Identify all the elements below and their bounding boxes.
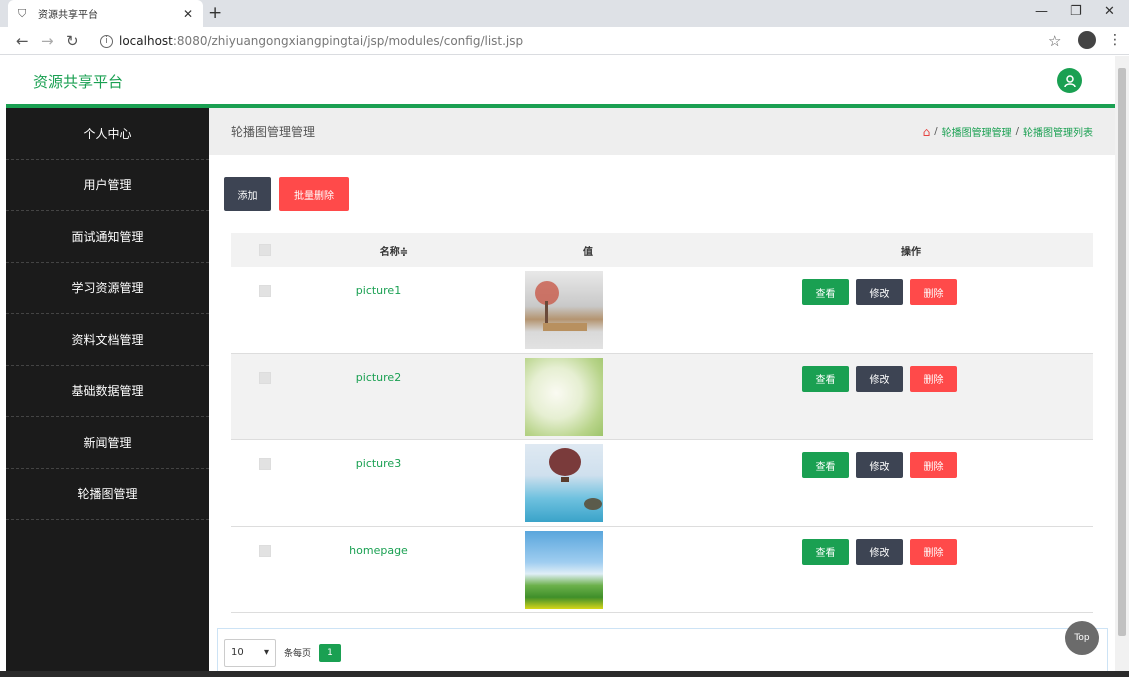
batch-delete-button[interactable]: 批量删除 bbox=[279, 177, 349, 211]
table-row: picture3 查看 修改 删除 bbox=[231, 440, 1093, 527]
browser-tab[interactable]: ⛉ 资源共享平台 ✕ bbox=[8, 0, 203, 27]
add-button[interactable]: 添加 bbox=[224, 177, 271, 211]
minimize-icon[interactable]: — bbox=[1035, 4, 1048, 19]
row-checkbox[interactable] bbox=[259, 371, 271, 384]
row-checkbox[interactable] bbox=[259, 285, 271, 297]
header-value: 值 bbox=[583, 246, 593, 258]
page-size-value: 10 bbox=[231, 647, 244, 658]
page-number-button[interactable]: 1 bbox=[319, 643, 342, 662]
sidebar-item-interview-notice[interactable]: 面试通知管理 bbox=[6, 211, 209, 263]
scrollbar-thumb[interactable] bbox=[1118, 68, 1126, 636]
bookmark-star-icon[interactable]: ☆ bbox=[1048, 32, 1061, 50]
table-row: picture2 查看 修改 删除 bbox=[231, 353, 1093, 440]
sidebar-item-documents[interactable]: 资料文档管理 bbox=[6, 314, 209, 366]
breadcrumb-item[interactable]: 轮播图管理管理 bbox=[942, 124, 1012, 139]
header-actions: 操作 bbox=[901, 246, 921, 258]
row-actions: 查看 修改 删除 bbox=[802, 365, 957, 392]
app-header: 资源共享平台 bbox=[6, 56, 1115, 104]
row-name: picture3 bbox=[355, 457, 402, 470]
view-button[interactable]: 查看 bbox=[802, 538, 849, 565]
reload-icon[interactable]: ↻ bbox=[66, 32, 79, 50]
row-actions: 查看 修改 删除 bbox=[802, 279, 957, 305]
page-size-select[interactable]: 10 ▾ bbox=[224, 638, 276, 667]
sidebar-item-users[interactable]: 用户管理 bbox=[6, 160, 209, 211]
table-row: homepage 查看 修改 删除 bbox=[231, 527, 1093, 613]
header-name[interactable]: 名称≑ bbox=[364, 243, 424, 258]
sidebar-item-news[interactable]: 新闻管理 bbox=[6, 417, 209, 469]
edit-button[interactable]: 修改 bbox=[856, 279, 903, 305]
row-checkbox[interactable] bbox=[259, 544, 271, 557]
per-page-label: 条每页 bbox=[284, 649, 312, 659]
page-scrollbar[interactable] bbox=[1115, 56, 1129, 677]
menu-kebab-icon[interactable]: ⋮ bbox=[1108, 32, 1122, 48]
row-actions: 查看 修改 删除 bbox=[802, 452, 957, 478]
tab-title: 资源共享平台 bbox=[38, 10, 98, 21]
sidebar-item-personal-center[interactable]: 个人中心 bbox=[6, 108, 209, 160]
select-all-checkbox[interactable] bbox=[259, 244, 271, 256]
delete-button[interactable]: 删除 bbox=[910, 279, 957, 305]
row-name: homepage bbox=[349, 543, 408, 557]
breadcrumb-bar: 轮播图管理管理 ⌂ / 轮播图管理管理 / 轮播图管理列表 bbox=[209, 108, 1115, 155]
back-to-top-button[interactable]: Top bbox=[1065, 621, 1099, 655]
edit-button[interactable]: 修改 bbox=[856, 538, 903, 565]
os-taskbar bbox=[0, 671, 1129, 677]
sidebar-item-carousel[interactable]: 轮播图管理 bbox=[6, 469, 209, 520]
view-button[interactable]: 查看 bbox=[802, 452, 849, 478]
close-tab-icon[interactable]: ✕ bbox=[183, 7, 193, 21]
profile-icon[interactable] bbox=[1078, 31, 1096, 49]
close-window-icon[interactable]: ✕ bbox=[1104, 4, 1115, 19]
table-header: 名称≑ 值 操作 bbox=[231, 233, 1093, 267]
view-button[interactable]: 查看 bbox=[802, 279, 849, 305]
new-tab-icon[interactable]: + bbox=[208, 3, 222, 23]
row-name: picture2 bbox=[355, 370, 402, 384]
carousel-image bbox=[525, 530, 603, 609]
forward-icon[interactable]: → bbox=[41, 32, 54, 50]
app-logo[interactable]: 资源共享平台 bbox=[33, 71, 123, 92]
carousel-image bbox=[525, 357, 603, 436]
delete-button[interactable]: 删除 bbox=[910, 538, 957, 565]
row-actions: 查看 修改 删除 bbox=[802, 538, 957, 565]
back-icon[interactable]: ← bbox=[16, 32, 29, 50]
row-checkbox[interactable] bbox=[259, 458, 271, 470]
pagination: 10 ▾ 条每页 1 bbox=[217, 628, 1108, 677]
row-name: picture1 bbox=[355, 284, 402, 297]
carousel-table: 名称≑ 值 操作 picture1 查看 修改 删除 picture2 查看 修… bbox=[231, 233, 1093, 613]
edit-button[interactable]: 修改 bbox=[856, 452, 903, 478]
address-bar: ← → ↻ i localhost:8080/zhiyuangongxiangp… bbox=[0, 27, 1129, 55]
carousel-image bbox=[525, 444, 603, 522]
breadcrumb: ⌂ / 轮播图管理管理 / 轮播图管理列表 bbox=[922, 124, 1093, 140]
sidebar: 个人中心 用户管理 面试通知管理 学习资源管理 资料文档管理 基础数据管理 新闻… bbox=[6, 108, 209, 677]
info-icon[interactable]: i bbox=[100, 34, 113, 48]
url-path: :8080/zhiyuangongxiangpingtai/jsp/module… bbox=[172, 34, 524, 48]
url-input[interactable]: i localhost:8080/zhiyuangongxiangpingtai… bbox=[92, 29, 1075, 53]
shield-icon: ⛉ bbox=[18, 6, 27, 20]
sidebar-item-learning-resources[interactable]: 学习资源管理 bbox=[6, 263, 209, 314]
edit-button[interactable]: 修改 bbox=[856, 365, 903, 392]
breadcrumb-item: 轮播图管理列表 bbox=[1023, 128, 1093, 139]
chevron-down-icon: ▾ bbox=[263, 647, 269, 658]
carousel-image bbox=[525, 271, 603, 349]
main-content: 轮播图管理管理 ⌂ / 轮播图管理管理 / 轮播图管理列表 添加 批量删除 名称… bbox=[209, 108, 1115, 677]
delete-button[interactable]: 删除 bbox=[910, 452, 957, 478]
user-avatar-icon[interactable] bbox=[1057, 68, 1082, 93]
url-host: localhost bbox=[119, 34, 173, 48]
view-button[interactable]: 查看 bbox=[802, 365, 849, 392]
page-title: 轮播图管理管理 bbox=[231, 125, 316, 139]
restore-icon[interactable]: ❐ bbox=[1070, 4, 1082, 19]
table-row: picture1 查看 修改 删除 bbox=[231, 267, 1093, 354]
sidebar-item-basic-data[interactable]: 基础数据管理 bbox=[6, 366, 209, 417]
delete-button[interactable]: 删除 bbox=[910, 365, 957, 392]
browser-tabbar: ⛉ 资源共享平台 ✕ + — ❐ ✕ bbox=[0, 0, 1129, 27]
home-icon[interactable]: ⌂ bbox=[923, 125, 931, 139]
